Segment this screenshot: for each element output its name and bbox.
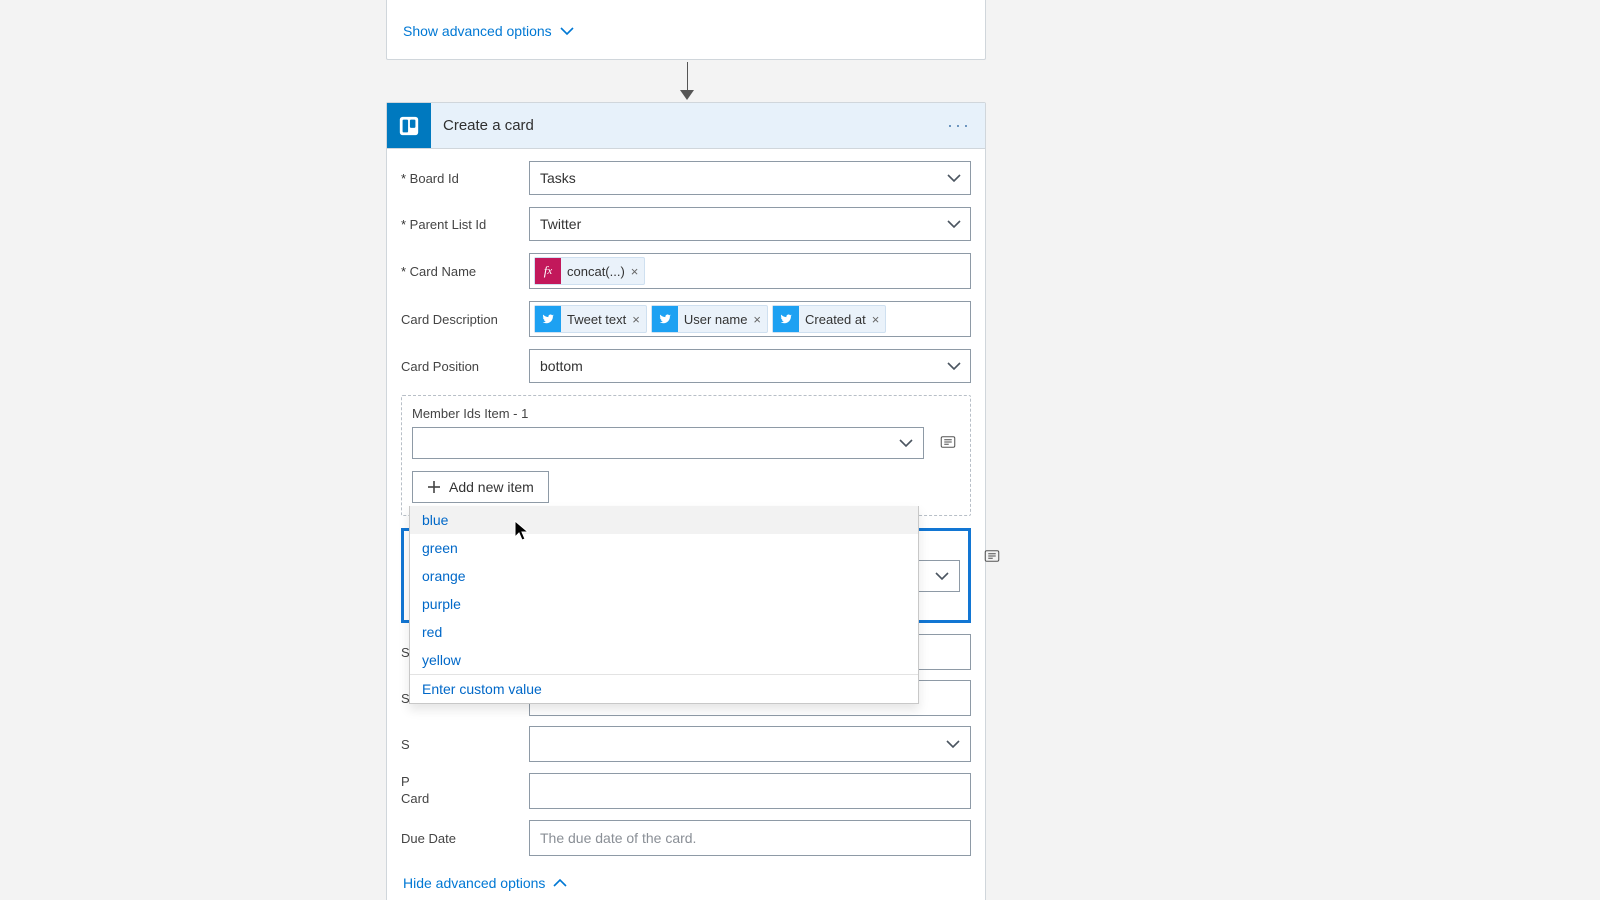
- card-name-label: Card Name: [401, 264, 476, 279]
- action-header[interactable]: Create a card ···: [387, 103, 985, 149]
- board-id-value: Tasks: [540, 170, 576, 186]
- twitter-icon: [652, 306, 678, 332]
- member-ids-item-label: Member Ids Item - 1: [412, 406, 960, 421]
- token-label: Created at: [805, 312, 866, 327]
- token-label: User name: [684, 312, 748, 327]
- show-advanced-label: Show advanced options: [403, 23, 552, 39]
- previous-card-input[interactable]: [529, 773, 971, 809]
- token-label: Tweet text: [567, 312, 626, 327]
- action-title: Create a card: [431, 117, 534, 134]
- remove-token-icon[interactable]: ×: [753, 312, 761, 327]
- dropdown-option-blue[interactable]: blue: [410, 506, 918, 534]
- board-id-label: Board Id: [401, 171, 459, 186]
- twitter-icon: [535, 306, 561, 332]
- card-description-input[interactable]: Tweet text × User name × Created at ×: [529, 301, 971, 337]
- card-position-label: Card Position: [401, 359, 479, 374]
- switch-to-array-icon[interactable]: [936, 433, 960, 454]
- dropdown-option-orange[interactable]: orange: [410, 562, 918, 590]
- hidden-field-label: S: [401, 737, 529, 752]
- card-position-select[interactable]: bottom: [529, 349, 971, 383]
- expression-token-label: concat(...): [567, 264, 625, 279]
- remove-token-icon[interactable]: ×: [631, 264, 639, 279]
- card-description-label: Card Description: [401, 312, 498, 327]
- hide-advanced-options-link[interactable]: Hide advanced options: [403, 875, 567, 891]
- fx-icon: fx: [535, 258, 561, 284]
- member-ids-select[interactable]: [412, 427, 924, 459]
- due-date-placeholder: The due date of the card.: [530, 821, 970, 855]
- member-ids-group: Member Ids Item - 1 Add new item: [401, 395, 971, 516]
- dropdown-option-purple[interactable]: purple: [410, 590, 918, 618]
- user-name-token[interactable]: User name ×: [651, 305, 768, 333]
- trello-icon: [387, 103, 431, 148]
- chevron-down-icon: [899, 435, 913, 451]
- card-name-input[interactable]: fx concat(...) ×: [529, 253, 971, 289]
- parent-list-id-label: Parent List Id: [401, 217, 486, 232]
- twitter-icon: [773, 306, 799, 332]
- chevron-down-icon: [946, 736, 960, 752]
- dropdown-option-green[interactable]: green: [410, 534, 918, 562]
- remove-token-icon[interactable]: ×: [872, 312, 880, 327]
- action-menu-button[interactable]: ···: [947, 115, 985, 136]
- chevron-up-icon: [553, 875, 567, 891]
- hide-advanced-label: Hide advanced options: [403, 875, 545, 891]
- parent-list-id-select[interactable]: Twitter: [529, 207, 971, 241]
- add-new-item-button[interactable]: Add new item: [412, 471, 549, 503]
- switch-to-array-icon[interactable]: [980, 547, 1004, 568]
- previous-card-label: P Card: [401, 773, 529, 807]
- dropdown-option-custom[interactable]: Enter custom value: [410, 675, 918, 703]
- create-card-action: Create a card ··· Board Id Tasks Parent …: [386, 102, 986, 900]
- flow-connector-arrow: [683, 62, 691, 100]
- chevron-down-icon: [935, 568, 949, 584]
- parent-list-id-value: Twitter: [540, 216, 581, 232]
- chevron-down-icon: [560, 23, 574, 39]
- card-position-value: bottom: [540, 358, 583, 374]
- tweet-text-token[interactable]: Tweet text ×: [534, 305, 647, 333]
- board-id-select[interactable]: Tasks: [529, 161, 971, 195]
- expression-token[interactable]: fx concat(...) ×: [534, 257, 645, 285]
- due-date-label: Due Date: [401, 831, 529, 846]
- label-ids-dropdown: blue green orange purple red yellow Ente…: [409, 506, 919, 704]
- show-advanced-options-link[interactable]: Show advanced options: [403, 23, 574, 39]
- remove-token-icon[interactable]: ×: [632, 312, 640, 327]
- previous-action-card: Show advanced options: [386, 0, 986, 60]
- dropdown-option-yellow[interactable]: yellow: [410, 646, 918, 674]
- created-at-token[interactable]: Created at ×: [772, 305, 886, 333]
- add-new-item-label: Add new item: [449, 479, 534, 495]
- dropdown-option-red[interactable]: red: [410, 618, 918, 646]
- hidden-field-select[interactable]: [529, 726, 971, 762]
- due-date-input[interactable]: The due date of the card.: [529, 820, 971, 856]
